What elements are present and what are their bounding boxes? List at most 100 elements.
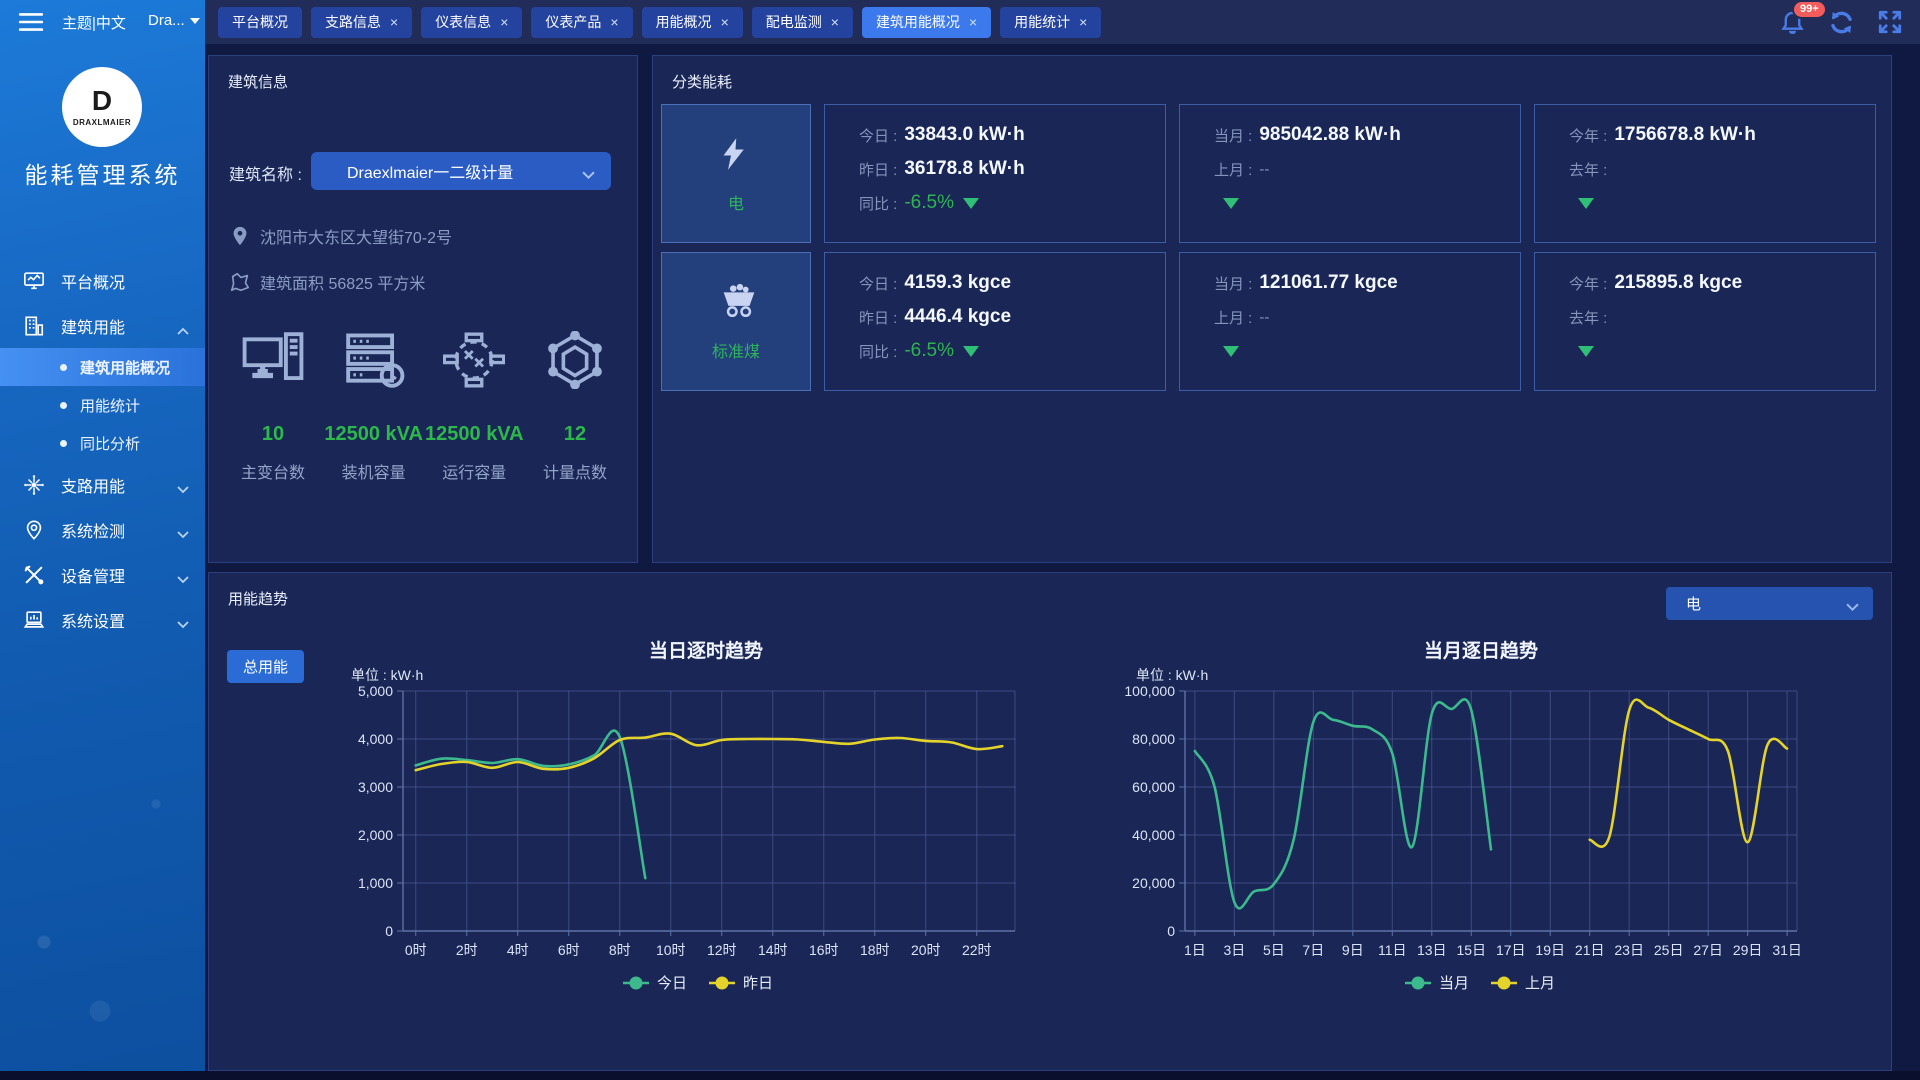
sidebar-item-系统检测[interactable]: 系统检测 (0, 507, 205, 552)
theme-language-switch[interactable]: 主题|中文 (62, 12, 126, 33)
metric-line (1214, 334, 1520, 368)
metric-line: 今年 :215895.8 kgce (1569, 266, 1875, 300)
chevron-down-icon (1846, 599, 1859, 608)
tab-建筑用能概况[interactable]: 建筑用能概况 × (862, 7, 991, 38)
location-pin-icon (229, 224, 251, 248)
metric-label: 昨日 : (859, 307, 897, 328)
tab-仪表信息[interactable]: 仪表信息× (421, 7, 522, 38)
category-name: 标准煤 (712, 338, 760, 362)
sidebar-subitem-label: 同比分析 (80, 433, 140, 454)
y-tick-label: 0 (1167, 923, 1175, 939)
sidebar-item-平台概况[interactable]: 平台概况 (0, 258, 205, 303)
y-tick-label: 100,000 (1124, 683, 1175, 699)
coal-cart-icon (716, 282, 756, 322)
sidebar-subitem-用能统计[interactable]: 用能统计 (0, 386, 205, 424)
stat-label: 计量点数 (543, 459, 607, 483)
sidebar-subitem-同比分析[interactable]: 同比分析 (0, 424, 205, 462)
legend-item-上月[interactable]: 上月 (1491, 975, 1555, 992)
x-tick-label: 18时 (860, 942, 890, 958)
metric-value: -- (1259, 161, 1269, 178)
x-tick-label: 5日 (1263, 942, 1285, 958)
laptop-chart-icon (23, 609, 45, 631)
metric-label: 今年 : (1569, 125, 1607, 146)
x-tick-label: 10时 (656, 942, 686, 958)
tab-支路信息[interactable]: 支路信息× (311, 7, 412, 38)
sidebar-item-label: 系统检测 (61, 518, 125, 542)
sidebar-item-label: 支路用能 (61, 473, 125, 497)
metric-line (1569, 334, 1875, 368)
metric-label: 去年 : (1569, 307, 1607, 328)
tab-close-icon[interactable]: × (969, 15, 977, 29)
sidebar-item-label: 平台概况 (61, 269, 125, 293)
tab-close-icon[interactable]: × (1079, 15, 1087, 29)
energy-type-value: 电 (1686, 593, 1701, 614)
x-tick-label: 29日 (1733, 942, 1763, 958)
tab-close-icon[interactable]: × (721, 15, 729, 29)
energy-dashboard: { "topbar": { "theme_label": "主题|中文", "u… (0, 0, 1920, 1080)
hamburger-menu-icon[interactable] (18, 11, 44, 33)
sidebar-item-设备管理[interactable]: 设备管理 (0, 552, 205, 597)
x-tick-label: 4时 (507, 942, 529, 958)
x-tick-label: 1日 (1184, 942, 1206, 958)
building-name-select[interactable]: Draexlmaier一二级计量 (311, 152, 611, 190)
sidebar-item-系统设置[interactable]: 系统设置 (0, 597, 205, 642)
building-stats: 10主变台数12500 kVA装机容量12500 kVA运行容量12计量点数 (209, 331, 639, 483)
x-tick-label: 15日 (1456, 942, 1486, 958)
hexagon-mesh-icon (544, 331, 606, 393)
metric-line (1569, 186, 1875, 220)
tab-close-icon[interactable]: × (500, 15, 508, 29)
x-tick-label: 12时 (707, 942, 737, 958)
x-tick-label: 22时 (962, 942, 992, 958)
total-energy-button[interactable]: 总用能 (227, 650, 304, 683)
category-data-cell: 当月 :985042.88 kW·h上月 :-- (1179, 104, 1521, 243)
y-tick-label: 3,000 (358, 779, 393, 795)
daily-hourly-chart: 01,0002,0003,0004,0005,0000时2时4时6时8时10时1… (339, 681, 1029, 1041)
legend-item-今日[interactable]: 今日 (623, 975, 687, 992)
legend-item-当月[interactable]: 当月 (1405, 975, 1469, 992)
tab-用能概况[interactable]: 用能概况× (642, 7, 743, 38)
stat-主变台数: 10主变台数 (223, 331, 323, 483)
user-dropdown[interactable]: Dra... (148, 12, 200, 29)
x-tick-label: 27日 (1693, 942, 1723, 958)
legend-label: 上月 (1525, 975, 1555, 992)
sidebar-item-建筑用能[interactable]: 建筑用能 (0, 303, 205, 348)
tools-icon (23, 564, 45, 586)
y-tick-label: 2,000 (358, 827, 393, 843)
tab-仪表产品[interactable]: 仪表产品× (531, 7, 632, 38)
chevron-down-icon (177, 526, 189, 534)
metric-line: 今日 :33843.0 kW·h (859, 118, 1165, 152)
series-今日 (416, 731, 646, 879)
x-tick-label: 14时 (758, 942, 788, 958)
sidebar-subitem-建筑用能概况[interactable]: 建筑用能概况 (0, 348, 205, 386)
tab-close-icon[interactable]: × (610, 15, 618, 29)
sidebar-item-支路用能[interactable]: 支路用能 (0, 462, 205, 507)
tab-label: 用能统计 (1014, 12, 1070, 32)
sidebar: 主题|中文 Dra... D DRAXLMAIER 能耗管理系统 平台概况建筑用… (0, 0, 205, 1080)
fullscreen-icon[interactable] (1877, 9, 1904, 36)
metric-line: 今日 :4159.3 kgce (859, 266, 1165, 300)
legend-item-昨日[interactable]: 昨日 (709, 975, 773, 992)
x-tick-label: 11日 (1378, 942, 1407, 958)
series-当月 (1195, 699, 1491, 908)
tab-label: 建筑用能概况 (876, 12, 960, 32)
tab-平台概况[interactable]: 平台概况 (218, 7, 302, 38)
tab-close-icon[interactable]: × (390, 15, 398, 29)
metric-line: 当月 :121061.77 kgce (1214, 266, 1520, 300)
energy-type-select[interactable]: 电 (1666, 587, 1873, 620)
metric-line: 同比 :-6.5% (859, 186, 1165, 220)
computer-icon (242, 331, 304, 393)
tab-配电监测[interactable]: 配电监测 × (752, 7, 853, 38)
category-energy-panel: 分类能耗 电今日 :33843.0 kW·h昨日 :36178.8 kW·h同比… (652, 55, 1892, 563)
tab-close-icon[interactable]: × (831, 15, 839, 29)
stat-value: 10 (262, 423, 284, 446)
refresh-icon[interactable] (1828, 9, 1855, 36)
building-address-row: 沈阳市大东区大望街70-2号 (229, 224, 452, 248)
tab-label: 配电监测 (766, 12, 822, 32)
metric-value: 1756678.8 kW·h (1614, 124, 1756, 146)
stat-label: 装机容量 (342, 459, 406, 483)
category-data-cell: 当月 :121061.77 kgce上月 :-- (1179, 252, 1521, 391)
metric-line: 上月 :-- (1214, 300, 1520, 334)
notification-bell-icon[interactable]: 99+ (1779, 9, 1806, 36)
metric-value: 985042.88 kW·h (1259, 124, 1401, 146)
tab-用能统计[interactable]: 用能统计 × (1000, 7, 1101, 38)
